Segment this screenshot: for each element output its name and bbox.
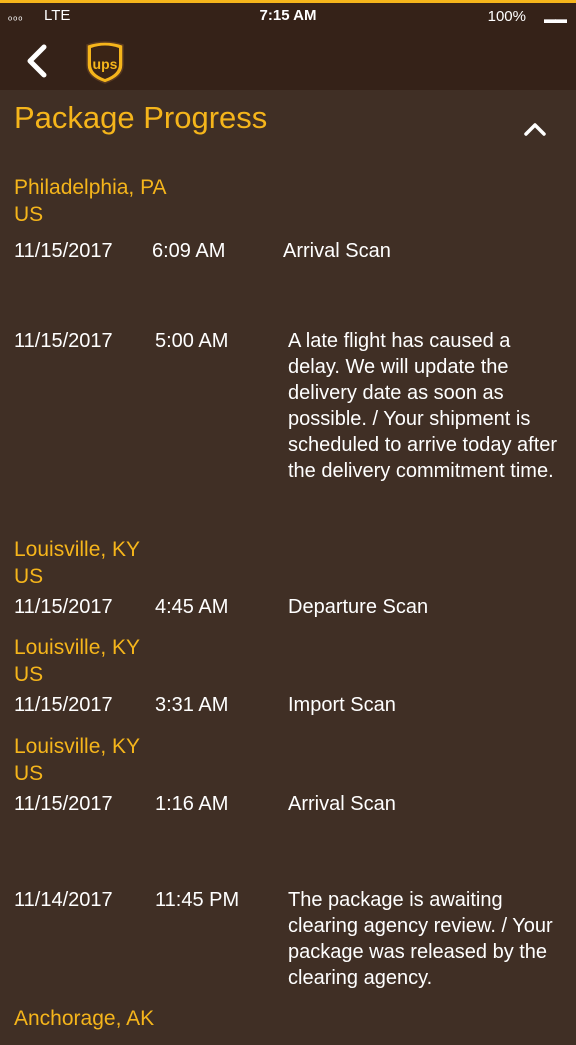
location-country: US: [14, 663, 44, 686]
event-description: Import Scan: [288, 694, 396, 716]
event-date: 11/14/2017: [14, 889, 113, 911]
chevron-left-icon: [27, 44, 47, 78]
battery-icon: ▬▬: [544, 12, 567, 26]
event-description: Arrival Scan: [288, 793, 396, 815]
event-description: Departure Scan: [288, 596, 429, 618]
event-date: 11/15/2017: [14, 240, 113, 262]
battery-percentage: 100%: [487, 8, 526, 25]
event-date: 11/15/2017: [14, 793, 113, 815]
list-item: Philadelphia, PA US 11/15/2017 6:09 AM A…: [0, 160, 576, 328]
event-time: 11:45 PM: [155, 889, 240, 911]
back-button[interactable]: [20, 41, 56, 81]
svg-text:ups: ups: [93, 56, 118, 72]
location-country: US: [14, 203, 44, 226]
event-time: 4:45 AM: [155, 596, 229, 618]
top-bar: ₒₒₒ LTE 7:15 AM 100% ▬▬ ups: [0, 0, 576, 90]
event-date: 11/15/2017: [14, 330, 113, 352]
event-time: 1:16 AM: [155, 793, 229, 815]
location-city: Anchorage, AK: [14, 1007, 155, 1030]
list-item: Louisville, KY US 11/15/2017 4:45 AM Dep…: [0, 536, 576, 634]
event-description: The package is awaiting clearing agency …: [288, 889, 553, 989]
event-time: 6:09 AM: [152, 240, 226, 262]
ups-logo: ups: [84, 39, 126, 85]
list-item: 11/14/2017 11:45 PM The package is await…: [0, 887, 576, 1005]
location-city: Philadelphia, PA: [14, 176, 167, 199]
location-city: Louisville, KY: [14, 636, 141, 659]
event-description: A late flight has caused a delay. We wil…: [288, 330, 558, 482]
progress-list: Philadelphia, PA US 11/15/2017 6:09 AM A…: [0, 160, 576, 1045]
event-description: Arrival Scan: [283, 240, 391, 262]
location-country: US: [14, 762, 44, 785]
list-item: Anchorage, AK: [0, 1005, 576, 1045]
status-bar: ₒₒₒ LTE 7:15 AM 100% ▬▬: [0, 3, 576, 33]
collapse-button[interactable]: [522, 120, 548, 138]
list-item: 11/15/2017 5:00 AM A late flight has cau…: [0, 328, 576, 536]
location-city: Louisville, KY: [14, 538, 141, 561]
event-time: 5:00 AM: [155, 330, 229, 352]
chevron-up-icon: [524, 123, 546, 136]
event-date: 11/15/2017: [14, 694, 113, 716]
location-country: US: [14, 565, 44, 588]
package-progress-header[interactable]: Package Progress: [0, 90, 576, 160]
event-time: 3:31 AM: [155, 694, 229, 716]
page-title: Package Progress: [14, 100, 268, 135]
list-item: Louisville, KY US 11/15/2017 1:16 AM Arr…: [0, 733, 576, 887]
location-city: Louisville, KY: [14, 735, 141, 758]
event-date: 11/15/2017: [14, 596, 113, 618]
list-item: Louisville, KY US 11/15/2017 3:31 AM Imp…: [0, 634, 576, 733]
